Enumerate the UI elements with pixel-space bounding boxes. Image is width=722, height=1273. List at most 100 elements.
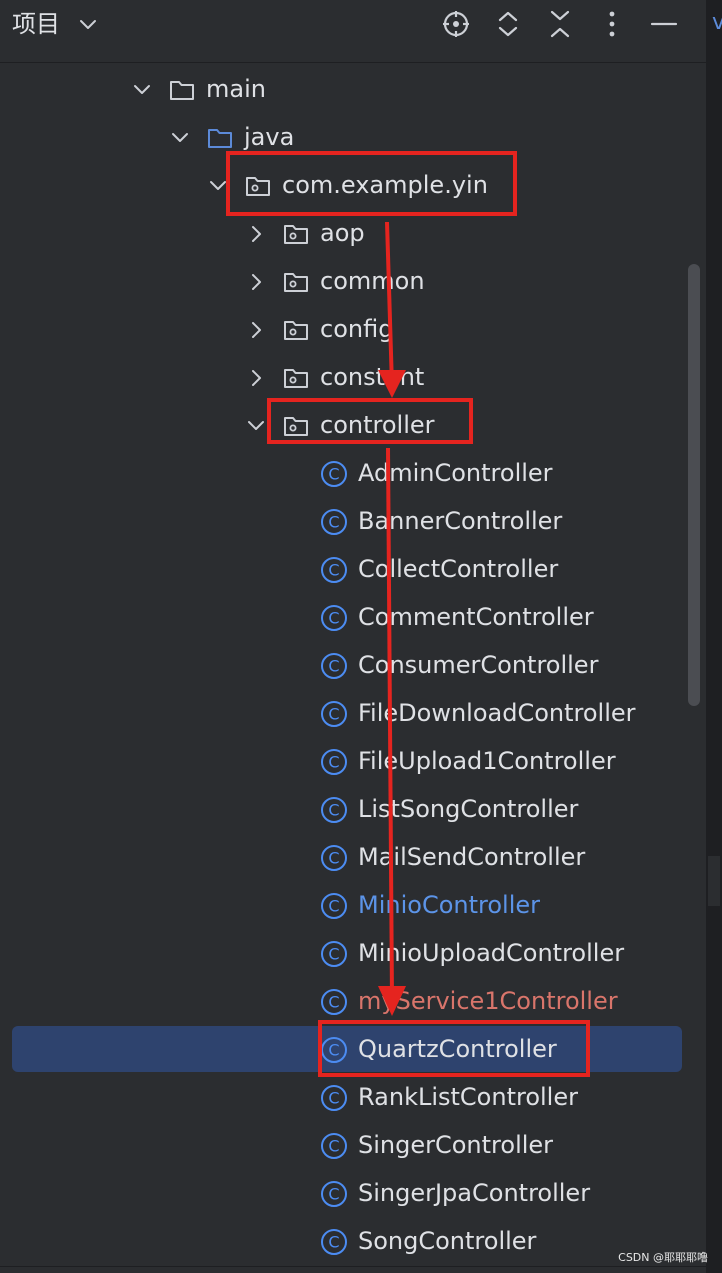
locate-button[interactable] [440, 8, 472, 40]
svg-text:C: C [328, 609, 339, 628]
tree-item-class[interactable]: C QuartzController [0, 1026, 706, 1074]
class-icon: C [321, 509, 347, 535]
class-icon: C [321, 1133, 347, 1159]
tree-item-class[interactable]: C SingerJpaController [0, 1170, 706, 1218]
tree-item-label: java [244, 123, 295, 151]
tree-item-class[interactable]: C MinioController [0, 882, 706, 930]
tree-item-label: SingerJpaController [358, 1179, 591, 1207]
svg-text:C: C [328, 657, 339, 676]
tree-item-label: ListSongController [358, 795, 579, 823]
editor-tab-fragment: v [712, 10, 722, 35]
tree-item-label: config [320, 315, 394, 343]
svg-text:C: C [328, 753, 339, 772]
class-icon: C [321, 1085, 347, 1111]
svg-text:C: C [328, 465, 339, 484]
class-icon: C [321, 557, 347, 583]
svg-text:C: C [328, 849, 339, 868]
tree-item-class[interactable]: C RankListController [0, 1074, 706, 1122]
package-icon [284, 225, 308, 244]
chevron-down-icon[interactable] [244, 414, 268, 438]
class-icon: C [321, 701, 347, 727]
package-icon [284, 417, 308, 436]
expand-all-button[interactable] [492, 8, 524, 40]
tree-item-label: MinioUploadController [358, 939, 625, 967]
tree-item-label: com.example.yin [282, 171, 488, 199]
tree-item-package[interactable]: aop [0, 210, 706, 258]
tree-item-class[interactable]: C BannerController [0, 498, 706, 546]
project-tool-window: 项目 v main java com.example.yin aop commo… [0, 0, 722, 1273]
tree-item-label: ConsumerController [358, 651, 599, 679]
svg-text:C: C [328, 1089, 339, 1108]
chevron-right-icon[interactable] [244, 318, 268, 342]
collapse-all-button[interactable] [544, 8, 576, 40]
chevron-right-icon[interactable] [244, 366, 268, 390]
tree-item-label: CommentController [358, 603, 594, 631]
folder-icon [170, 81, 194, 100]
tree-item-label: constant [320, 363, 425, 391]
svg-text:C: C [328, 705, 339, 724]
tree-item-class[interactable]: C AdminController [0, 450, 706, 498]
tree-item-label: aop [320, 219, 365, 247]
chevron-right-icon[interactable] [244, 222, 268, 246]
tree-item-class[interactable]: C SingerController [0, 1122, 706, 1170]
vertical-scrollbar[interactable] [688, 264, 700, 706]
tree-item-label: FileDownloadController [358, 699, 636, 727]
tree-item-label: MailSendController [358, 843, 586, 871]
tree-item-package[interactable]: constant [0, 354, 706, 402]
chevron-down-icon[interactable] [76, 12, 100, 36]
tree-item-class[interactable]: C CollectController [0, 546, 706, 594]
svg-text:C: C [328, 897, 339, 916]
tree-item-source-folder[interactable]: java [0, 114, 706, 162]
tree-item-class[interactable]: C FileDownloadController [0, 690, 706, 738]
tree-item-folder[interactable]: main [0, 66, 706, 114]
chevron-down-icon[interactable] [206, 174, 230, 198]
class-icon: C [321, 1037, 347, 1063]
bottom-divider [0, 1266, 706, 1267]
more-vertical-icon [609, 11, 615, 37]
class-icon: C [321, 989, 347, 1015]
chevron-down-icon[interactable] [130, 78, 154, 102]
class-icon: C [321, 797, 347, 823]
collapse-icon [550, 10, 570, 38]
tree-item-label: SingerController [358, 1131, 554, 1159]
folder-icon [208, 129, 232, 148]
tree-item-label: FileUpload1Controller [358, 747, 616, 775]
svg-text:C: C [328, 993, 339, 1012]
class-icon: C [321, 1229, 347, 1255]
package-icon [284, 321, 308, 340]
tree-item-package[interactable]: config [0, 306, 706, 354]
tree-item-package[interactable]: com.example.yin [0, 162, 706, 210]
chevron-right-icon[interactable] [244, 270, 268, 294]
strip-marker [708, 856, 720, 906]
svg-text:C: C [328, 561, 339, 580]
tree-item-class[interactable]: C MinioUploadController [0, 930, 706, 978]
tree-item-label: AdminController [358, 459, 553, 487]
hide-button[interactable] [648, 8, 680, 40]
tree-item-class[interactable]: C MailSendController [0, 834, 706, 882]
tree-item-class[interactable]: C ConsumerController [0, 642, 706, 690]
class-icon: C [321, 749, 347, 775]
tree-item-label: MinioController [358, 891, 540, 919]
svg-text:C: C [328, 1185, 339, 1204]
class-icon: C [321, 653, 347, 679]
crosshair-icon [443, 11, 469, 37]
tree-item-class[interactable]: C CommentController [0, 594, 706, 642]
options-button[interactable] [596, 8, 628, 40]
tree-item-package[interactable]: controller [0, 402, 706, 450]
package-icon [246, 177, 270, 196]
tree-item-package[interactable]: common [0, 258, 706, 306]
editor-edge-strip: v [706, 0, 722, 1273]
tree-item-class[interactable]: C ListSongController [0, 786, 706, 834]
tool-window-title[interactable]: 项目 [12, 8, 60, 40]
tree-item-label: main [206, 75, 266, 103]
tree-item-class[interactable]: CmyService1Controller [0, 978, 706, 1026]
class-icon: C [321, 941, 347, 967]
svg-text:C: C [328, 945, 339, 964]
tree-item-class[interactable]: C SongController [0, 1218, 706, 1266]
class-icon: C [321, 893, 347, 919]
watermark: CSDN @耶耶耶噜 [618, 1251, 708, 1264]
tree-item-class[interactable]: C FileUpload1Controller [0, 738, 706, 786]
chevron-down-icon[interactable] [168, 126, 192, 150]
tree-item-label: RankListController [358, 1083, 578, 1111]
tree-item-label: BannerController [358, 507, 563, 535]
